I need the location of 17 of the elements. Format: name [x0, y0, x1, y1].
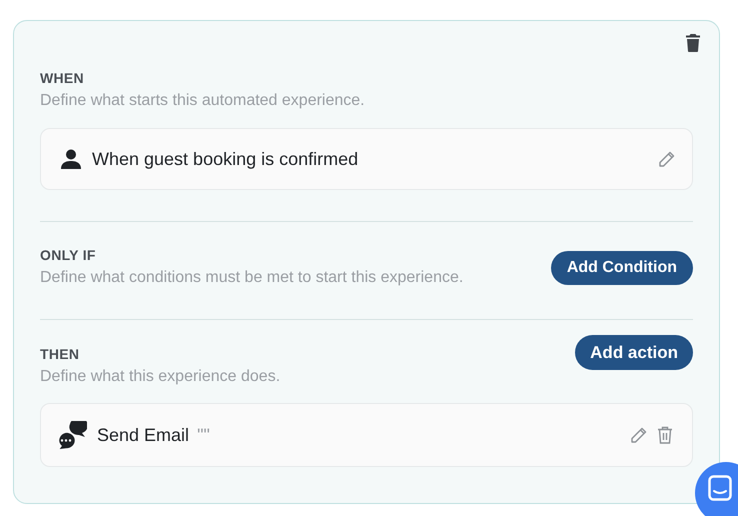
edit-icon[interactable] — [658, 150, 676, 168]
add-action-button[interactable]: Add action — [575, 335, 693, 370]
action-detail: "" — [197, 424, 211, 446]
section-title: WHEN — [40, 69, 85, 87]
chat-bubbles-icon — [56, 420, 87, 450]
trash-icon[interactable] — [686, 34, 700, 52]
person-icon — [61, 149, 81, 169]
section-title: THEN — [40, 345, 80, 363]
edit-icon[interactable] — [630, 426, 648, 444]
trigger-label: When guest booking is confirmed — [92, 148, 360, 171]
section-description: Define what starts this automated experience. — [40, 91, 366, 111]
chat-icon — [708, 475, 732, 501]
section-description: Define what conditions must be met to start this experience. — [40, 268, 464, 288]
action-label: Send Email — [97, 424, 190, 446]
section-title: ONLY IF — [40, 246, 97, 264]
add-condition-button[interactable]: Add Condition — [550, 250, 693, 284]
section-description: Define what this experience does. — [40, 367, 280, 387]
